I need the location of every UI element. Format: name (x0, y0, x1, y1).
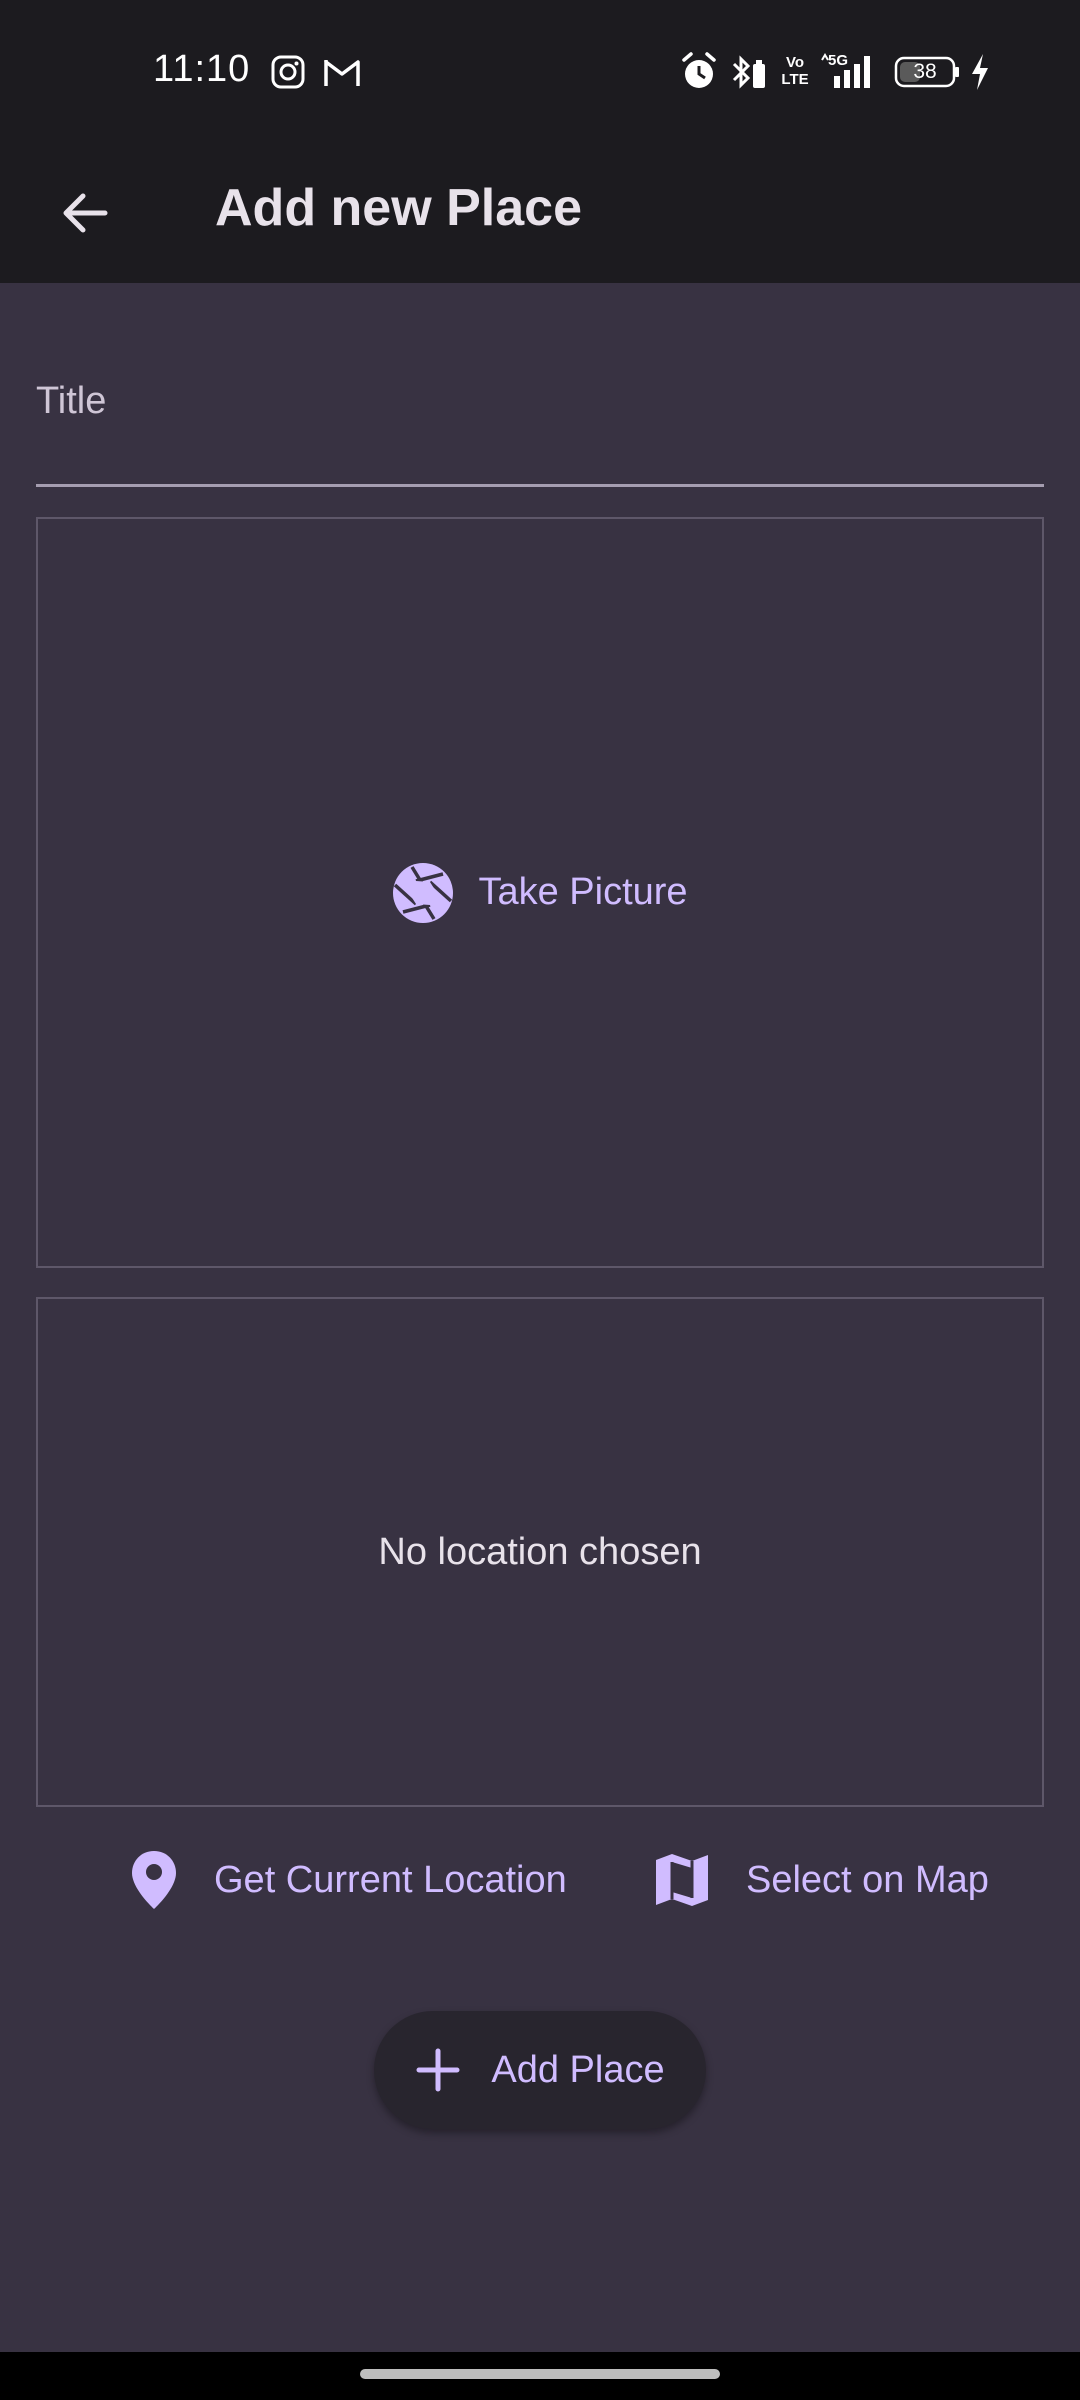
add-place-label: Add Place (491, 2048, 665, 2091)
volte-top-label: Vo (785, 54, 805, 71)
alarm-icon (682, 52, 716, 88)
get-current-location-button[interactable]: Get Current Location (130, 1840, 567, 1920)
back-button[interactable] (40, 168, 130, 258)
instagram-icon (271, 55, 305, 89)
map-icon (656, 1854, 708, 1906)
title-field[interactable]: Title (36, 360, 1044, 488)
no-location-text: No location chosen (378, 1530, 702, 1573)
status-bar: 11:10 Vo LTE 5G 38 (0, 0, 1080, 144)
location-pin-icon (132, 1851, 176, 1909)
page-title: Add new Place (215, 179, 582, 237)
volte-bottom-label: LTE (781, 71, 809, 88)
battery-level-label: 38 (913, 60, 937, 83)
charging-icon (972, 54, 988, 90)
5g-signal-icon: 5G (820, 50, 882, 94)
status-time: 11:10 (153, 48, 251, 90)
arrow-back-icon (63, 193, 108, 233)
add-place-button[interactable]: Add Place (374, 2011, 706, 2129)
select-on-map-button[interactable]: Select on Map (654, 1840, 989, 1920)
bluetooth-battery-icon (732, 55, 765, 89)
battery-icon: 38 (894, 50, 960, 94)
image-preview-box: Take Picture (36, 517, 1044, 1268)
take-picture-button[interactable]: Take Picture (372, 852, 707, 934)
title-field-underline (36, 484, 1044, 487)
gesture-handle[interactable] (360, 2369, 720, 2379)
title-field-label: Title (36, 380, 107, 422)
title-input[interactable] (36, 430, 1044, 480)
select-on-map-label: Select on Map (746, 1858, 989, 1901)
navigation-bar (0, 2352, 1080, 2400)
take-picture-label: Take Picture (478, 871, 688, 913)
location-preview-box: No location chosen (36, 1297, 1044, 1807)
camera-shutter-icon (393, 862, 454, 923)
plus-icon (416, 2048, 460, 2092)
gmail-icon (324, 60, 360, 86)
app-bar: Add new Place (0, 144, 1080, 283)
volte-icon: Vo LTE (780, 54, 810, 98)
get-current-location-label: Get Current Location (214, 1858, 567, 1901)
